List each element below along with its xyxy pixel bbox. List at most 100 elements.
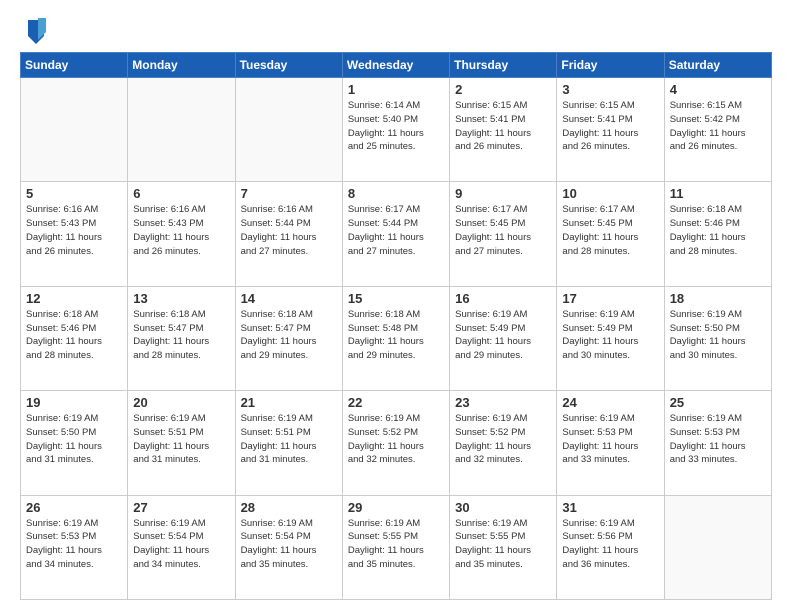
day-info: Sunrise: 6:19 AM Sunset: 5:53 PM Dayligh… bbox=[670, 412, 766, 467]
day-info: Sunrise: 6:19 AM Sunset: 5:49 PM Dayligh… bbox=[562, 308, 658, 363]
day-info: Sunrise: 6:17 AM Sunset: 5:45 PM Dayligh… bbox=[455, 203, 551, 258]
calendar-cell: 25 Sunrise: 6:19 AM Sunset: 5:53 PM Dayli… bbox=[664, 391, 771, 495]
calendar-cell: 3 Sunrise: 6:15 AM Sunset: 5:41 PM Daylig… bbox=[557, 78, 664, 182]
day-number: 27 bbox=[133, 500, 229, 515]
week-row-3: 19 Sunrise: 6:19 AM Sunset: 5:50 PM Dayli… bbox=[21, 391, 772, 495]
day-info: Sunrise: 6:19 AM Sunset: 5:55 PM Dayligh… bbox=[455, 517, 551, 572]
weekday-header-wednesday: Wednesday bbox=[342, 53, 449, 78]
day-number: 18 bbox=[670, 291, 766, 306]
day-number: 7 bbox=[241, 186, 337, 201]
calendar-cell: 8 Sunrise: 6:17 AM Sunset: 5:44 PM Daylig… bbox=[342, 182, 449, 286]
day-number: 12 bbox=[26, 291, 122, 306]
calendar-cell: 20 Sunrise: 6:19 AM Sunset: 5:51 PM Dayli… bbox=[128, 391, 235, 495]
header bbox=[20, 16, 772, 44]
weekday-header-thursday: Thursday bbox=[450, 53, 557, 78]
logo-icon bbox=[24, 16, 48, 44]
day-number: 6 bbox=[133, 186, 229, 201]
calendar-cell: 9Sunrise: 6:17 AM Sunset: 5:45 PM Daylig… bbox=[450, 182, 557, 286]
day-info: Sunrise: 6:19 AM Sunset: 5:51 PM Dayligh… bbox=[133, 412, 229, 467]
day-info: Sunrise: 6:19 AM Sunset: 5:53 PM Dayligh… bbox=[26, 517, 122, 572]
weekday-header-friday: Friday bbox=[557, 53, 664, 78]
calendar-cell: 2 Sunrise: 6:15 AM Sunset: 5:41 PM Daylig… bbox=[450, 78, 557, 182]
day-info: Sunrise: 6:19 AM Sunset: 5:50 PM Dayligh… bbox=[26, 412, 122, 467]
day-number: 28 bbox=[241, 500, 337, 515]
day-info: Sunrise: 6:18 AM Sunset: 5:47 PM Dayligh… bbox=[241, 308, 337, 363]
calendar-cell: 1 Sunrise: 6:14 AM Sunset: 5:40 PM Daylig… bbox=[342, 78, 449, 182]
calendar-cell: 30Sunrise: 6:19 AM Sunset: 5:55 PM Dayli… bbox=[450, 495, 557, 599]
day-number: 15 bbox=[348, 291, 444, 306]
weekday-header-saturday: Saturday bbox=[664, 53, 771, 78]
day-number: 17 bbox=[562, 291, 658, 306]
day-info: Sunrise: 6:16 AM Sunset: 5:43 PM Dayligh… bbox=[26, 203, 122, 258]
calendar-cell: 6 Sunrise: 6:16 AM Sunset: 5:43 PM Daylig… bbox=[128, 182, 235, 286]
logo bbox=[20, 20, 48, 44]
day-info: Sunrise: 6:19 AM Sunset: 5:53 PM Dayligh… bbox=[562, 412, 658, 467]
day-number: 1 bbox=[348, 82, 444, 97]
calendar-cell: 11 Sunrise: 6:18 AM Sunset: 5:46 PM Dayli… bbox=[664, 182, 771, 286]
day-number: 8 bbox=[348, 186, 444, 201]
calendar-cell: 27 Sunrise: 6:19 AM Sunset: 5:54 PM Dayli… bbox=[128, 495, 235, 599]
calendar-cell: 23 Sunrise: 6:19 AM Sunset: 5:52 PM Dayli… bbox=[450, 391, 557, 495]
week-row-0: 1 Sunrise: 6:14 AM Sunset: 5:40 PM Daylig… bbox=[21, 78, 772, 182]
calendar-cell: 29Sunrise: 6:19 AM Sunset: 5:55 PM Dayli… bbox=[342, 495, 449, 599]
day-number: 4 bbox=[670, 82, 766, 97]
day-info: Sunrise: 6:14 AM Sunset: 5:40 PM Dayligh… bbox=[348, 99, 444, 154]
calendar-cell: 28 Sunrise: 6:19 AM Sunset: 5:54 PM Dayli… bbox=[235, 495, 342, 599]
day-info: Sunrise: 6:18 AM Sunset: 5:46 PM Dayligh… bbox=[26, 308, 122, 363]
day-number: 22 bbox=[348, 395, 444, 410]
calendar-cell: 19 Sunrise: 6:19 AM Sunset: 5:50 PM Dayli… bbox=[21, 391, 128, 495]
day-number: 25 bbox=[670, 395, 766, 410]
calendar-cell: 24Sunrise: 6:19 AM Sunset: 5:53 PM Dayli… bbox=[557, 391, 664, 495]
day-info: Sunrise: 6:17 AM Sunset: 5:44 PM Dayligh… bbox=[348, 203, 444, 258]
day-info: Sunrise: 6:18 AM Sunset: 5:48 PM Dayligh… bbox=[348, 308, 444, 363]
calendar-cell: 7 Sunrise: 6:16 AM Sunset: 5:44 PM Daylig… bbox=[235, 182, 342, 286]
day-info: Sunrise: 6:19 AM Sunset: 5:55 PM Dayligh… bbox=[348, 517, 444, 572]
day-info: Sunrise: 6:19 AM Sunset: 5:54 PM Dayligh… bbox=[133, 517, 229, 572]
calendar-cell: 16Sunrise: 6:19 AM Sunset: 5:49 PM Dayli… bbox=[450, 286, 557, 390]
day-number: 14 bbox=[241, 291, 337, 306]
calendar-cell: 31 Sunrise: 6:19 AM Sunset: 5:56 PM Dayli… bbox=[557, 495, 664, 599]
page: SundayMondayTuesdayWednesdayThursdayFrid… bbox=[0, 0, 792, 612]
week-row-1: 5 Sunrise: 6:16 AM Sunset: 5:43 PM Daylig… bbox=[21, 182, 772, 286]
day-info: Sunrise: 6:15 AM Sunset: 5:41 PM Dayligh… bbox=[562, 99, 658, 154]
day-number: 23 bbox=[455, 395, 551, 410]
day-info: Sunrise: 6:16 AM Sunset: 5:44 PM Dayligh… bbox=[241, 203, 337, 258]
calendar-cell: 5 Sunrise: 6:16 AM Sunset: 5:43 PM Daylig… bbox=[21, 182, 128, 286]
calendar-cell bbox=[235, 78, 342, 182]
calendar-cell: 17 Sunrise: 6:19 AM Sunset: 5:49 PM Dayli… bbox=[557, 286, 664, 390]
calendar-cell: 22 Sunrise: 6:19 AM Sunset: 5:52 PM Dayli… bbox=[342, 391, 449, 495]
calendar-cell: 10 Sunrise: 6:17 AM Sunset: 5:45 PM Dayli… bbox=[557, 182, 664, 286]
calendar-table: SundayMondayTuesdayWednesdayThursdayFrid… bbox=[20, 52, 772, 600]
day-info: Sunrise: 6:19 AM Sunset: 5:49 PM Dayligh… bbox=[455, 308, 551, 363]
day-number: 5 bbox=[26, 186, 122, 201]
calendar-cell: 26Sunrise: 6:19 AM Sunset: 5:53 PM Dayli… bbox=[21, 495, 128, 599]
day-number: 11 bbox=[670, 186, 766, 201]
day-info: Sunrise: 6:17 AM Sunset: 5:45 PM Dayligh… bbox=[562, 203, 658, 258]
day-number: 31 bbox=[562, 500, 658, 515]
day-number: 19 bbox=[26, 395, 122, 410]
day-info: Sunrise: 6:19 AM Sunset: 5:54 PM Dayligh… bbox=[241, 517, 337, 572]
day-info: Sunrise: 6:15 AM Sunset: 5:42 PM Dayligh… bbox=[670, 99, 766, 154]
calendar-cell: 15 Sunrise: 6:18 AM Sunset: 5:48 PM Dayli… bbox=[342, 286, 449, 390]
day-number: 21 bbox=[241, 395, 337, 410]
weekday-header-monday: Monday bbox=[128, 53, 235, 78]
weekday-header-row: SundayMondayTuesdayWednesdayThursdayFrid… bbox=[21, 53, 772, 78]
day-info: Sunrise: 6:18 AM Sunset: 5:46 PM Dayligh… bbox=[670, 203, 766, 258]
day-number: 2 bbox=[455, 82, 551, 97]
calendar-cell: 4 Sunrise: 6:15 AM Sunset: 5:42 PM Daylig… bbox=[664, 78, 771, 182]
day-info: Sunrise: 6:19 AM Sunset: 5:56 PM Dayligh… bbox=[562, 517, 658, 572]
calendar-cell: 14 Sunrise: 6:18 AM Sunset: 5:47 PM Dayli… bbox=[235, 286, 342, 390]
calendar-cell bbox=[128, 78, 235, 182]
day-info: Sunrise: 6:15 AM Sunset: 5:41 PM Dayligh… bbox=[455, 99, 551, 154]
calendar-cell: 13Sunrise: 6:18 AM Sunset: 5:47 PM Dayli… bbox=[128, 286, 235, 390]
day-info: Sunrise: 6:19 AM Sunset: 5:52 PM Dayligh… bbox=[348, 412, 444, 467]
week-row-4: 26Sunrise: 6:19 AM Sunset: 5:53 PM Dayli… bbox=[21, 495, 772, 599]
day-number: 3 bbox=[562, 82, 658, 97]
day-number: 20 bbox=[133, 395, 229, 410]
week-row-2: 12 Sunrise: 6:18 AM Sunset: 5:46 PM Dayli… bbox=[21, 286, 772, 390]
day-number: 10 bbox=[562, 186, 658, 201]
calendar-cell: 12 Sunrise: 6:18 AM Sunset: 5:46 PM Dayli… bbox=[21, 286, 128, 390]
day-info: Sunrise: 6:16 AM Sunset: 5:43 PM Dayligh… bbox=[133, 203, 229, 258]
day-info: Sunrise: 6:19 AM Sunset: 5:52 PM Dayligh… bbox=[455, 412, 551, 467]
day-info: Sunrise: 6:18 AM Sunset: 5:47 PM Dayligh… bbox=[133, 308, 229, 363]
